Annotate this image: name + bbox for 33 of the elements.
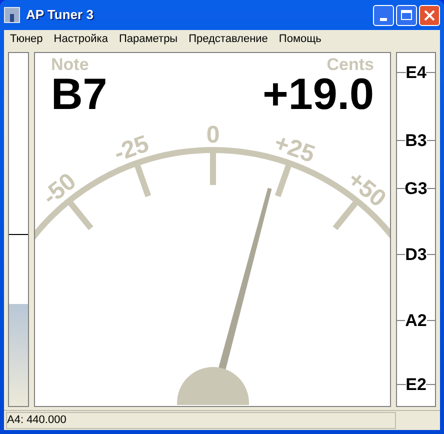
- scale-tick: [134, 162, 152, 198]
- close-button[interactable]: [419, 4, 440, 26]
- scale-tick: [210, 150, 216, 185]
- app-icon: [4, 7, 20, 23]
- menu-item[interactable]: Помощь: [274, 30, 326, 48]
- scale-label: -25: [110, 130, 152, 168]
- scale-label: +25: [270, 129, 318, 168]
- menu-item[interactable]: Представление: [184, 30, 273, 48]
- scale-tick: [274, 162, 292, 198]
- scale-label: -50: [37, 168, 82, 211]
- minimize-button[interactable]: [373, 4, 394, 26]
- needle-hub: [177, 367, 249, 405]
- menu-item[interactable]: Параметры: [114, 30, 183, 48]
- string-note: D3: [405, 246, 427, 262]
- cents-label: Cents: [326, 56, 374, 73]
- menu-item[interactable]: Настройка: [48, 30, 113, 48]
- maximize-button[interactable]: [396, 4, 417, 26]
- string-note: G3: [404, 180, 428, 196]
- scale-label: 0: [206, 121, 220, 148]
- maximize-icon: [401, 10, 412, 20]
- string-note: E4: [406, 64, 426, 80]
- string-note: B3: [405, 132, 427, 148]
- minimize-icon: [380, 18, 387, 20]
- note-label: Note: [51, 56, 90, 73]
- menu-item[interactable]: Тюнер: [5, 30, 48, 48]
- status-text: A4: 440.000: [6, 412, 396, 429]
- string-note: E2: [406, 376, 426, 392]
- note-reading: B7: [51, 73, 108, 117]
- close-icon: [424, 10, 435, 20]
- string-note: A2: [405, 312, 427, 328]
- cents-reading: +19.0: [262, 73, 374, 117]
- window-title: AP Tuner 3: [26, 6, 94, 24]
- scale-label: +50: [342, 166, 390, 213]
